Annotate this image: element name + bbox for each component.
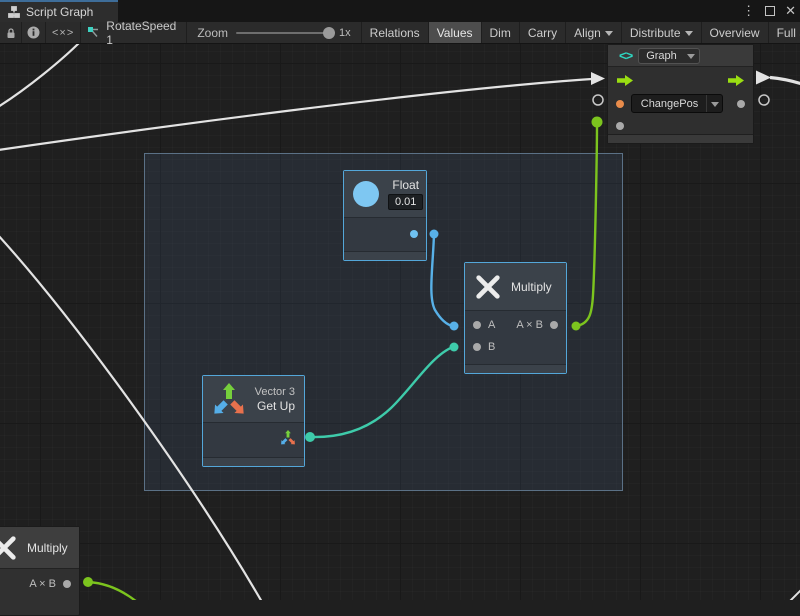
tab-title: Script Graph [26, 5, 93, 19]
node-type-label: Vector 3 [255, 386, 295, 398]
graph-brackets-icon: <> [619, 48, 632, 63]
zoom-label: Zoom [197, 26, 228, 40]
code-view-button[interactable]: <×> [46, 22, 81, 43]
port-label: A × B [29, 578, 56, 590]
chevron-down-icon [685, 31, 693, 36]
graph-dropdown[interactable]: Graph [638, 48, 700, 64]
relations-button[interactable]: Relations [362, 22, 429, 43]
chevron-down-icon [605, 31, 613, 36]
graph-reference-icon [87, 26, 101, 39]
multiply-icon [0, 534, 18, 562]
exec-input-port[interactable] [616, 74, 634, 87]
value-output-port[interactable] [737, 100, 745, 108]
multiply-icon [474, 273, 502, 301]
overview-button[interactable]: Overview [702, 22, 769, 43]
carry-button[interactable]: Carry [520, 22, 566, 43]
zoom-value: 1x [339, 27, 351, 39]
zoom-slider[interactable] [236, 32, 331, 34]
tab-script-graph[interactable]: Script Graph [0, 0, 118, 22]
node-footer [465, 364, 566, 373]
close-icon[interactable]: ✕ [785, 3, 796, 19]
node-multiply-partial[interactable]: Multiply A A × B [0, 526, 80, 616]
toolbar-buttons: Relations Values Dim Carry Align Distrib… [362, 22, 800, 43]
node-vector3-getup[interactable]: Vector 3 Get Up [202, 375, 305, 467]
node-title: Float [392, 178, 419, 192]
dim-button[interactable]: Dim [482, 22, 520, 43]
multiply-b-port[interactable] [473, 343, 481, 351]
node-footer [344, 251, 426, 260]
values-button[interactable]: Values [429, 22, 482, 43]
multiply-out-port[interactable] [63, 580, 71, 588]
node-title: Multiply [27, 541, 68, 555]
changepos-dropdown-value: ChangePos [639, 98, 700, 110]
chevron-down-icon [687, 54, 695, 59]
code-view-icon: <×> [52, 27, 74, 39]
node-multiply[interactable]: Multiply A A × B B [464, 262, 567, 374]
script-graph-icon [8, 6, 20, 18]
graph-reference-button[interactable]: RotateSpeed 1 [81, 22, 187, 43]
vector3-icon [212, 381, 246, 417]
port-label: A × B [516, 319, 543, 331]
distribute-button[interactable]: Distribute [622, 22, 702, 43]
lock-icon [5, 27, 17, 39]
align-button[interactable]: Align [566, 22, 622, 43]
zoom-slider-handle[interactable] [323, 27, 335, 39]
lock-button[interactable] [0, 22, 22, 43]
node-footer [203, 457, 304, 466]
chevron-down-icon [711, 102, 719, 107]
graph-reference-label: RotateSpeed 1 [106, 19, 176, 47]
node-graph-group[interactable]: <> Graph ChangePos [607, 44, 754, 144]
multiply-out-port[interactable] [550, 321, 558, 329]
float-value-field[interactable]: 0.01 [388, 194, 423, 210]
vector3-output-port[interactable] [280, 429, 296, 446]
value-input-port[interactable] [616, 100, 624, 108]
node-footer [608, 134, 753, 143]
zoom-control: Zoom 1x [187, 22, 361, 43]
info-button[interactable] [22, 22, 46, 43]
float-output-port[interactable] [410, 230, 418, 238]
port-label: A [488, 319, 495, 331]
window-menu-icon[interactable]: ⋮ [742, 3, 755, 19]
node-float[interactable]: Float 0.01 [343, 170, 427, 261]
changepos-dropdown[interactable]: ChangePos [631, 94, 723, 113]
maximize-icon[interactable] [765, 6, 775, 16]
value-input-port[interactable] [616, 122, 624, 130]
node-title: Get Up [257, 399, 295, 413]
graph-dropdown-value: Graph [646, 50, 677, 62]
node-title: Multiply [511, 280, 552, 294]
info-icon [27, 26, 40, 39]
port-label: B [488, 341, 495, 353]
graph-toolbar: <×> RotateSpeed 1 Zoom 1x Relations Valu… [0, 22, 800, 44]
exec-output-port[interactable] [727, 74, 745, 87]
multiply-a-port[interactable] [473, 321, 481, 329]
float-type-icon [353, 181, 379, 207]
fullscreen-button[interactable]: Full Screen [769, 22, 800, 43]
